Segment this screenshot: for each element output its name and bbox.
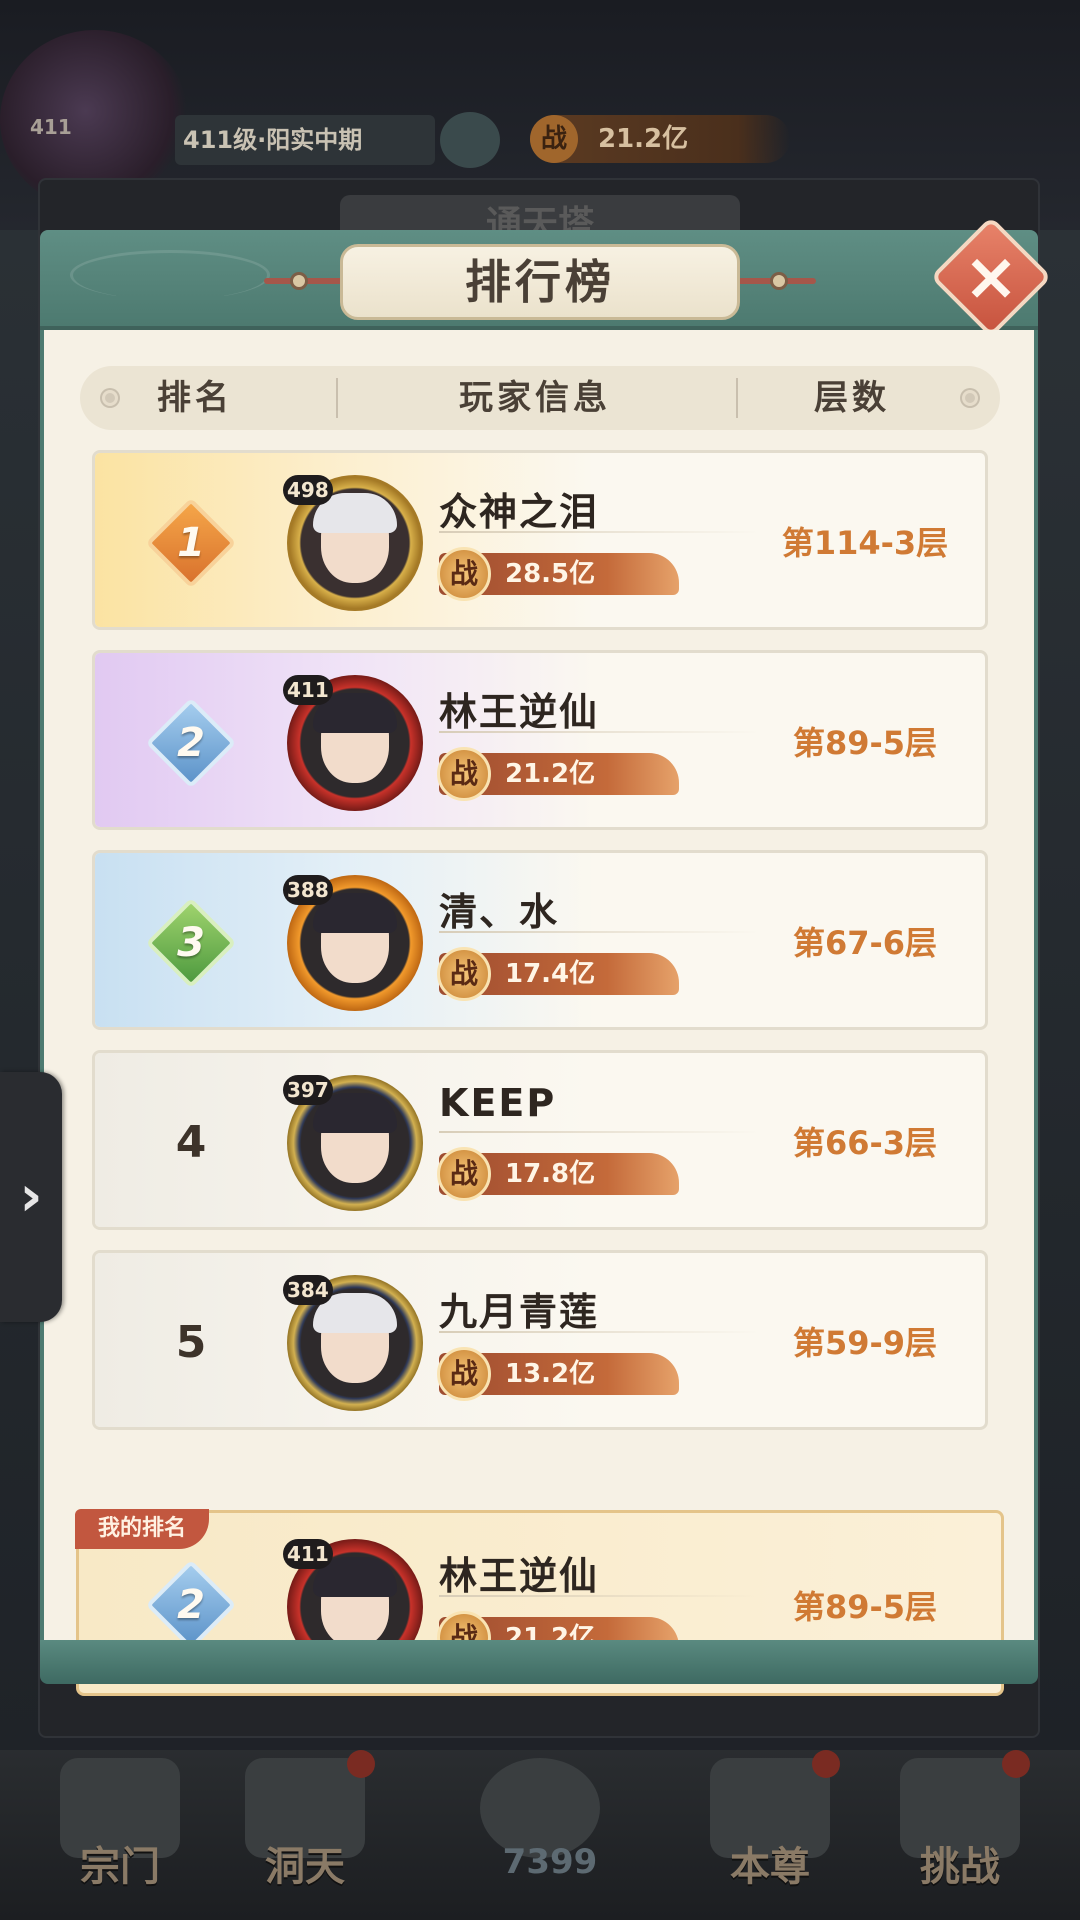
chevron-right-icon: › bbox=[19, 1164, 43, 1229]
nav-label-self: 本尊 bbox=[730, 1844, 810, 1890]
title-knot-right bbox=[770, 272, 788, 290]
leaderboard-row[interactable]: 5 384 九月青莲 战 13.2亿 第59-9层 bbox=[92, 1250, 988, 1430]
my-rank-tag: 我的排名 bbox=[75, 1509, 209, 1549]
nav-item-challenge[interactable]: 挑战 bbox=[870, 1750, 1050, 1920]
background-level-small: 411 bbox=[30, 115, 72, 139]
background-level-realm: 411级·阳实中期 bbox=[175, 115, 435, 165]
nav-label-cave: 洞天 bbox=[265, 1844, 345, 1890]
column-player-info: 玩家信息 bbox=[459, 378, 611, 418]
modal-footer bbox=[40, 1640, 1038, 1684]
name-divider bbox=[439, 531, 759, 533]
power-value: 13.2亿 bbox=[505, 1359, 596, 1389]
power-pill: 战 13.2亿 bbox=[437, 1347, 679, 1401]
rank-number: 3 bbox=[177, 920, 205, 966]
power-icon: 战 bbox=[530, 115, 578, 163]
floor-value: 第66-3层 bbox=[792, 1124, 938, 1162]
player-name: 清、水 bbox=[439, 890, 560, 934]
modal-header: 排行榜 × bbox=[40, 216, 1052, 338]
name-divider bbox=[439, 931, 759, 933]
notification-badge bbox=[1002, 1750, 1030, 1778]
background-power-value: 21.2亿 bbox=[598, 124, 689, 154]
power-pill: 战 28.5亿 bbox=[437, 547, 679, 601]
rank-number: 5 bbox=[175, 1317, 207, 1368]
nav-label-challenge: 挑战 bbox=[920, 1844, 1000, 1890]
player-level-badge: 411 bbox=[283, 1539, 333, 1569]
power-value: 17.4亿 bbox=[505, 959, 596, 989]
power-icon: 战 bbox=[437, 1347, 491, 1401]
leaderboard-modal: 排行榜 × 排名 玩家信息 层数 1 498 众神之泪 战 28.5亿 第114… bbox=[40, 216, 1052, 1696]
notification-badge bbox=[347, 1750, 375, 1778]
floor-value: 第114-3层 bbox=[781, 524, 949, 562]
modal-body: 排名 玩家信息 层数 1 498 众神之泪 战 28.5亿 第114-3层 2 … bbox=[40, 330, 1038, 1696]
nav-item-center[interactable] bbox=[450, 1750, 630, 1920]
player-name: KEEP bbox=[439, 1081, 557, 1125]
power-value: 17.8亿 bbox=[505, 1159, 596, 1189]
name-divider bbox=[439, 731, 759, 733]
leaderboard-row[interactable]: 1 498 众神之泪 战 28.5亿 第114-3层 bbox=[92, 450, 988, 630]
modal-title: 排行榜 bbox=[340, 244, 740, 320]
background-pot-icon bbox=[440, 112, 500, 168]
leaderboard-row[interactable]: 3 388 清、水 战 17.4亿 第67-6层 bbox=[92, 850, 988, 1030]
rank-number: 4 bbox=[175, 1117, 207, 1168]
player-name: 众神之泪 bbox=[439, 490, 600, 534]
name-divider bbox=[439, 1595, 759, 1597]
power-value: 28.5亿 bbox=[505, 559, 596, 589]
player-level-badge: 397 bbox=[283, 1075, 333, 1105]
title-knot-left bbox=[290, 272, 308, 290]
leaderboard-row[interactable]: 4 397 KEEP 战 17.8亿 第66-3层 bbox=[92, 1050, 988, 1230]
power-icon: 战 bbox=[437, 1147, 491, 1201]
floor-value: 第89-5层 bbox=[792, 724, 938, 762]
bottom-nav: 宗门 洞天 本尊 挑战 bbox=[0, 1750, 1080, 1920]
column-header: 排名 玩家信息 层数 bbox=[80, 366, 1000, 430]
rank-number: 2 bbox=[177, 720, 205, 766]
floor-value: 第67-6层 bbox=[792, 924, 938, 962]
nav-item-sect[interactable]: 宗门 bbox=[30, 1750, 210, 1920]
background-scenery-left bbox=[0, 230, 40, 1750]
player-level-badge: 411 bbox=[283, 675, 333, 705]
player-name: 林王逆仙 bbox=[439, 690, 600, 734]
player-name: 林王逆仙 bbox=[439, 1554, 600, 1598]
background-scenery-right bbox=[1040, 230, 1080, 1750]
player-name: 九月青莲 bbox=[439, 1290, 600, 1334]
power-icon: 战 bbox=[437, 747, 491, 801]
rank-number: 2 bbox=[177, 1582, 205, 1628]
column-separator bbox=[336, 378, 338, 418]
power-icon: 战 bbox=[437, 947, 491, 1001]
name-divider bbox=[439, 1331, 759, 1333]
floor-value: 第59-9层 bbox=[792, 1324, 938, 1362]
power-value: 21.2亿 bbox=[505, 759, 596, 789]
nav-item-self[interactable]: 本尊 bbox=[680, 1750, 860, 1920]
player-level-badge: 384 bbox=[283, 1275, 333, 1305]
power-pill: 战 21.2亿 bbox=[437, 747, 679, 801]
column-separator bbox=[736, 378, 738, 418]
player-level-badge: 388 bbox=[283, 875, 333, 905]
column-rank: 排名 bbox=[157, 378, 233, 418]
power-pill: 战 17.8亿 bbox=[437, 1147, 679, 1201]
close-button[interactable]: × bbox=[930, 216, 1052, 338]
floor-value: 第89-5层 bbox=[792, 1588, 938, 1626]
nav-item-cave[interactable]: 洞天 bbox=[215, 1750, 395, 1920]
nav-label-sect: 宗门 bbox=[80, 1844, 160, 1890]
name-divider bbox=[439, 1131, 759, 1133]
leaderboard-row[interactable]: 2 411 林王逆仙 战 21.2亿 第89-5层 bbox=[92, 650, 988, 830]
header-wave-decoration bbox=[70, 250, 270, 300]
header-dot-right bbox=[962, 390, 978, 406]
side-drawer-tab[interactable]: › bbox=[0, 1072, 62, 1322]
player-level-badge: 498 bbox=[283, 475, 333, 505]
column-floor: 层数 bbox=[814, 378, 890, 418]
rank-number: 1 bbox=[177, 520, 205, 566]
close-icon: × bbox=[963, 238, 1019, 315]
background-power-pill: 战 21.2亿 bbox=[530, 115, 790, 163]
nav-center-count: 7399 bbox=[502, 1842, 598, 1882]
power-pill: 战 17.4亿 bbox=[437, 947, 679, 1001]
power-icon: 战 bbox=[437, 547, 491, 601]
notification-badge bbox=[812, 1750, 840, 1778]
header-dot-left bbox=[102, 390, 118, 406]
